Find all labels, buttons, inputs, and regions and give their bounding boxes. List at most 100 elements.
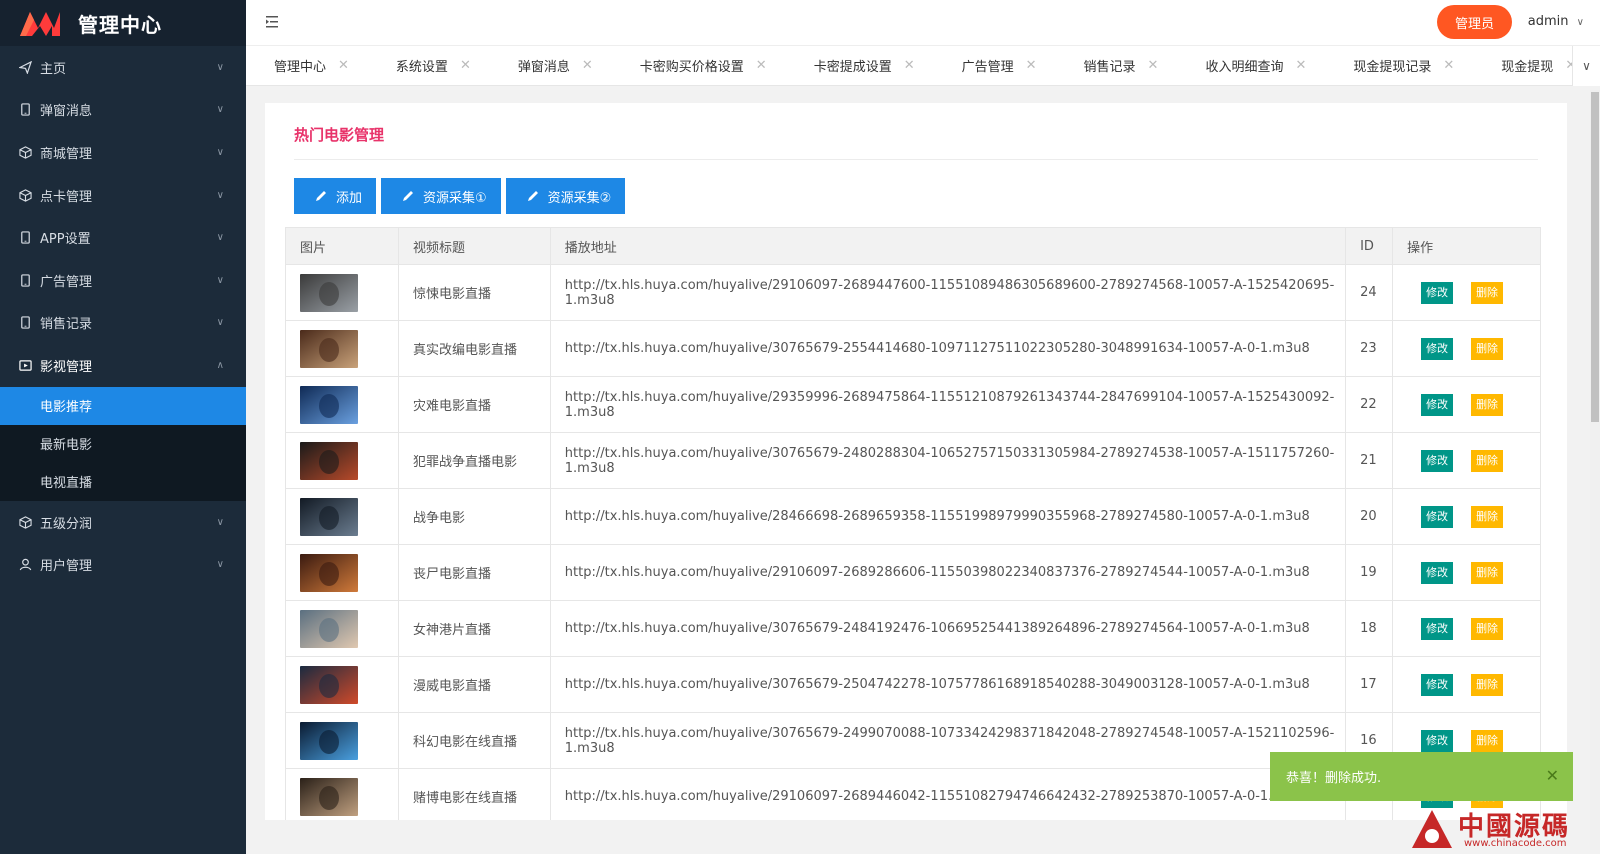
edit-button[interactable]: 修改 bbox=[1421, 337, 1454, 360]
close-icon[interactable]: ✕ bbox=[1148, 58, 1159, 73]
actions-cell: 修改删除 bbox=[1392, 376, 1541, 433]
edit-button[interactable]: 修改 bbox=[1421, 393, 1454, 416]
close-icon[interactable]: ✕ bbox=[338, 58, 349, 73]
logo-icon bbox=[20, 12, 60, 36]
edit-button[interactable]: 修改 bbox=[1421, 449, 1454, 472]
scrollbar-thumb[interactable] bbox=[1591, 92, 1599, 422]
table-row: 犯罪战争直播电影 http://tx.hls.huya.com/huyalive/… bbox=[285, 432, 1541, 489]
movie-thumbnail bbox=[300, 665, 358, 704]
sidebar-item[interactable]: 弹窗消息 ∨ bbox=[0, 89, 246, 132]
delete-button[interactable]: 删除 bbox=[1471, 281, 1504, 304]
username: admin bbox=[1527, 14, 1569, 29]
delete-button[interactable]: 删除 bbox=[1471, 505, 1504, 528]
chevron-down-icon: ∨ bbox=[216, 189, 224, 201]
table-row: 战争电影 http://tx.hls.huya.com/huyalive/2846… bbox=[285, 488, 1541, 545]
tab-label: 收入明细查询 bbox=[1205, 60, 1284, 75]
actions-cell: 修改删除 bbox=[1392, 656, 1541, 713]
tab[interactable]: 销售记录 ✕ bbox=[1051, 46, 1173, 85]
close-icon[interactable]: ✕ bbox=[1443, 58, 1454, 73]
tab[interactable]: 卡密购买价格设置 ✕ bbox=[607, 46, 781, 85]
sidebar-item[interactable]: 五级分润 ∨ bbox=[0, 501, 246, 544]
movie-thumbnail bbox=[300, 609, 358, 648]
delete-button[interactable]: 删除 bbox=[1471, 337, 1504, 360]
close-icon[interactable]: ✕ bbox=[460, 58, 471, 73]
movie-thumbnail bbox=[300, 553, 358, 592]
delete-button[interactable]: 删除 bbox=[1471, 617, 1504, 640]
sidebar-item[interactable]: 商城管理 ∨ bbox=[0, 131, 246, 174]
table-row: 灾难电影直播 http://tx.hls.huya.com/huyalive/29… bbox=[285, 376, 1541, 433]
edit-button[interactable]: 修改 bbox=[1421, 561, 1454, 584]
sidebar-item-label: 影视管理 bbox=[40, 359, 93, 375]
close-icon[interactable]: ✕ bbox=[1295, 58, 1306, 73]
phone-icon bbox=[18, 316, 32, 330]
table-row: 漫威电影直播 http://tx.hls.huya.com/huyalive/30… bbox=[285, 656, 1541, 713]
sidebar-item-label: 五级分润 bbox=[40, 516, 93, 532]
role-badge[interactable]: 管理员 bbox=[1436, 5, 1512, 39]
edit-button[interactable]: 修改 bbox=[1421, 729, 1454, 752]
sidebar-item-label: 销售记录 bbox=[40, 317, 93, 333]
edit-button[interactable]: 修改 bbox=[1421, 505, 1454, 528]
close-icon[interactable]: ✕ bbox=[904, 58, 915, 73]
submenu-item-movie-recommend[interactable]: 电影推荐 bbox=[0, 386, 246, 425]
movie-thumbnail bbox=[300, 721, 358, 760]
table-row: 真实改编电影直播 http://tx.hls.huya.com/huyalive/… bbox=[285, 320, 1541, 377]
url-cell: http://tx.hls.huya.com/huyalive/30765679… bbox=[549, 432, 1347, 489]
id-cell: 17 bbox=[1345, 656, 1394, 713]
chevron-down-icon: ∨ bbox=[216, 232, 224, 244]
url-cell: http://tx.hls.huya.com/huyalive/29359996… bbox=[549, 376, 1347, 433]
title-cell: 战争电影 bbox=[397, 488, 551, 545]
tab[interactable]: 管理中心 ✕ bbox=[246, 46, 363, 85]
title-cell: 惊悚电影直播 bbox=[397, 264, 551, 321]
page-scrollbar[interactable] bbox=[1590, 90, 1600, 850]
tab[interactable]: 收入明细查询 ✕ bbox=[1172, 46, 1320, 85]
image-cell bbox=[285, 432, 399, 489]
title-cell: 犯罪战争直播电影 bbox=[397, 432, 551, 489]
collect-1-button[interactable]: 资源采集① bbox=[381, 178, 501, 214]
sidebar-item[interactable]: 主页 ∨ bbox=[0, 46, 246, 89]
close-icon[interactable]: ✕ bbox=[1546, 766, 1559, 785]
submenu-item-tv-live[interactable]: 电视直播 bbox=[0, 463, 246, 501]
delete-button[interactable]: 删除 bbox=[1471, 449, 1504, 472]
sidebar-item[interactable]: 用户管理 ∨ bbox=[0, 543, 246, 586]
delete-button[interactable]: 删除 bbox=[1471, 393, 1504, 416]
delete-button[interactable]: 删除 bbox=[1471, 729, 1504, 752]
column-header-image: 图片 bbox=[285, 227, 399, 265]
close-icon[interactable]: ✕ bbox=[1026, 58, 1037, 73]
actions-cell: 修改删除 bbox=[1392, 544, 1541, 601]
sidebar-item-label: 商城管理 bbox=[40, 146, 93, 162]
column-header-id: ID bbox=[1345, 227, 1394, 265]
tab[interactable]: 现金提现记录 ✕ bbox=[1320, 46, 1468, 85]
tab[interactable]: 弹窗消息 ✕ bbox=[485, 46, 607, 85]
sidebar-item-label: 用户管理 bbox=[40, 559, 93, 575]
movie-thumbnail bbox=[300, 385, 358, 424]
tab[interactable]: 广告管理 ✕ bbox=[929, 46, 1051, 85]
tab[interactable]: 卡密提成设置 ✕ bbox=[781, 46, 929, 85]
top-header: 管理员 admin ∨ bbox=[246, 0, 1600, 46]
close-icon[interactable]: ✕ bbox=[582, 58, 593, 73]
edit-button[interactable]: 修改 bbox=[1421, 281, 1454, 304]
delete-button[interactable]: 删除 bbox=[1471, 673, 1504, 696]
send-icon bbox=[18, 60, 32, 74]
actions-cell: 修改删除 bbox=[1392, 320, 1541, 377]
sidebar-item-label: 主页 bbox=[40, 61, 67, 77]
sidebar-item[interactable]: 广告管理 ∨ bbox=[0, 259, 246, 302]
menu-toggle-icon[interactable] bbox=[264, 14, 280, 30]
add-button[interactable]: 添加 bbox=[294, 178, 377, 214]
close-icon[interactable]: ✕ bbox=[756, 58, 767, 73]
delete-button[interactable]: 删除 bbox=[1471, 561, 1504, 584]
sidebar-item[interactable]: 影视管理 ∧ bbox=[0, 344, 246, 387]
user-menu[interactable]: admin ∨ bbox=[1528, 14, 1584, 29]
id-cell: 19 bbox=[1345, 544, 1394, 601]
tab[interactable]: 系统设置 ✕ bbox=[363, 46, 485, 85]
sidebar-item[interactable]: 点卡管理 ∨ bbox=[0, 174, 246, 217]
tabs-more-button[interactable]: ∨ bbox=[1572, 46, 1600, 86]
edit-button[interactable]: 修改 bbox=[1421, 673, 1454, 696]
watermark-logo-icon bbox=[1412, 810, 1452, 848]
submenu-item-latest-movies[interactable]: 最新电影 bbox=[0, 425, 246, 463]
sidebar-item-label: 广告管理 bbox=[40, 274, 93, 290]
sidebar-item[interactable]: APP设置 ∨ bbox=[0, 216, 246, 259]
sidebar-item[interactable]: 销售记录 ∨ bbox=[0, 302, 246, 345]
collect-2-button[interactable]: 资源采集② bbox=[505, 178, 626, 214]
edit-button[interactable]: 修改 bbox=[1421, 617, 1454, 640]
chevron-down-icon: ∨ bbox=[216, 559, 224, 571]
